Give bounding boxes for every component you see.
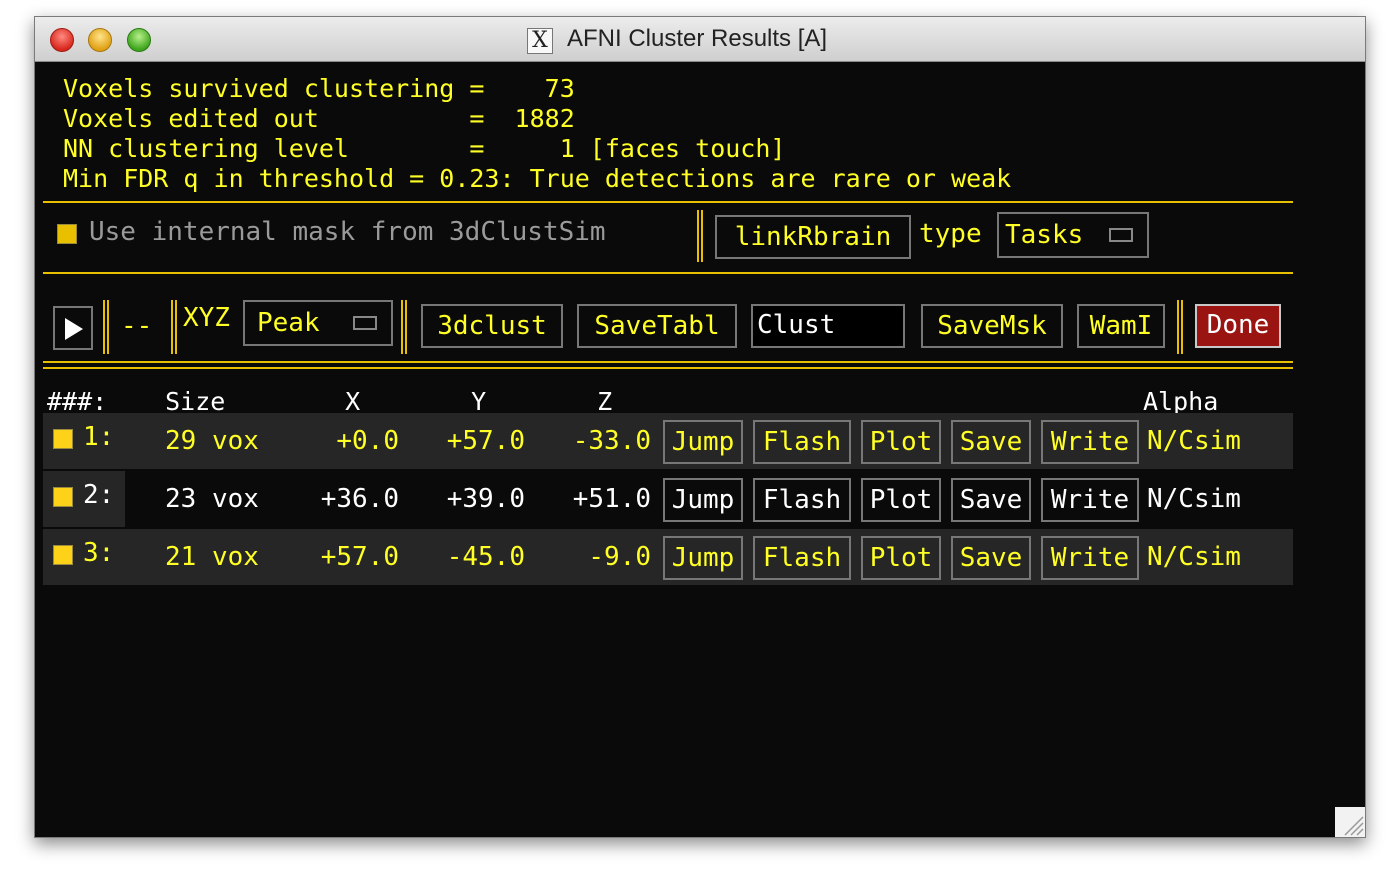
cluster-index: 3: [83,538,115,568]
xyz-select-value: Peak [257,308,320,338]
x11-app-icon: X [527,28,553,54]
cluster-z: -33.0 [572,426,651,456]
dropdown-icon [353,316,377,330]
jump-button[interactable]: Jump [663,420,743,464]
row-checkbox[interactable] [53,545,73,565]
row-checkbox[interactable] [53,487,73,507]
plot-button[interactable]: Plot [861,420,941,464]
jump-button[interactable]: Jump [663,478,743,522]
type-select[interactable]: Tasks [997,212,1149,258]
summary-fdr: Min FDR q in threshold = 0.23: True dete… [63,164,1012,193]
play-button[interactable] [53,306,93,350]
dash-label: -- [121,311,153,341]
linkrbrain-button[interactable]: linkRbrain [715,215,911,259]
savetabl-button[interactable]: SaveTabl [577,304,737,348]
separator [1177,300,1183,354]
cluster-y: +57.0 [446,426,525,456]
cluster-size: 23 vox [165,484,259,514]
cluster-index: 2: [83,480,115,510]
cluster-x: +0.0 [336,426,399,456]
dropdown-icon [1109,228,1133,242]
write-button[interactable]: Write [1041,536,1139,580]
write-button[interactable]: Write [1041,478,1139,522]
wami-button[interactable]: WamI [1077,304,1165,348]
write-button[interactable]: Write [1041,420,1139,464]
save-button[interactable]: Save [951,478,1031,522]
type-label: type [919,219,982,249]
separator [43,201,1293,203]
cluster-z: -9.0 [588,542,651,572]
mask-label: Use internal mask from 3dClustSim [89,217,606,247]
table-row: 1: 29 vox +0.0 +57.0 -33.0 Jump Flash Pl… [43,413,1293,469]
window-content: Voxels survived clustering = 73 Voxels e… [35,62,1365,837]
cluster-y: +39.0 [446,484,525,514]
row-checkbox[interactable] [53,429,73,449]
table-row: 3: 21 vox +57.0 -45.0 -9.0 Jump Flash Pl… [43,529,1293,585]
cluster-x: +57.0 [320,542,399,572]
separator [401,300,407,354]
plot-button[interactable]: Plot [861,478,941,522]
savemsk-button[interactable]: SaveMsk [921,304,1063,348]
summary-nn-level: NN clustering level = 1 [faces touch] [63,134,786,163]
jump-button[interactable]: Jump [663,536,743,580]
window-title: AFNI Cluster Results [A] [567,25,828,52]
flash-button[interactable]: Flash [753,478,851,522]
cluster-size: 29 vox [165,426,259,456]
cluster-results-window: X AFNI Cluster Results [A] Voxels surviv… [34,16,1366,838]
summary-voxels-survived: Voxels survived clustering = 73 [63,74,575,103]
mask-checkbox[interactable] [57,224,77,244]
xyz-label: XYZ [183,303,230,333]
resize-grip-icon[interactable] [1335,807,1365,837]
table-row: 2: 23 vox +36.0 +39.0 +51.0 Jump Flash P… [43,471,1293,527]
xyz-select[interactable]: Peak [243,300,393,346]
done-button[interactable]: Done [1195,304,1281,348]
cluster-y: -45.0 [446,542,525,572]
flash-button[interactable]: Flash [753,536,851,580]
minimize-icon[interactable] [88,28,112,52]
cluster-z: +51.0 [572,484,651,514]
flash-button[interactable]: Flash [753,420,851,464]
summary-voxels-edited: Voxels edited out = 1882 [63,104,575,133]
cluster-size: 21 vox [165,542,259,572]
separator [103,300,109,354]
zoom-icon[interactable] [127,28,151,52]
save-button[interactable]: Save [951,420,1031,464]
3dclust-button[interactable]: 3dclust [421,304,563,348]
play-icon [65,318,83,340]
title-bar[interactable]: X AFNI Cluster Results [A] [35,17,1365,62]
separator [697,210,703,262]
type-select-value: Tasks [1005,220,1084,250]
cluster-alpha: N/Csim [1147,484,1241,514]
cluster-alpha: N/Csim [1147,542,1241,572]
cluster-index: 1: [83,422,115,452]
cluster-alpha: N/Csim [1147,426,1241,456]
separator [43,272,1293,274]
prefix-input[interactable]: Clust [751,304,905,348]
cluster-x: +36.0 [320,484,399,514]
close-icon[interactable] [50,28,74,52]
separator [171,300,177,354]
plot-button[interactable]: Plot [861,536,941,580]
save-button[interactable]: Save [951,536,1031,580]
separator [43,361,1293,369]
